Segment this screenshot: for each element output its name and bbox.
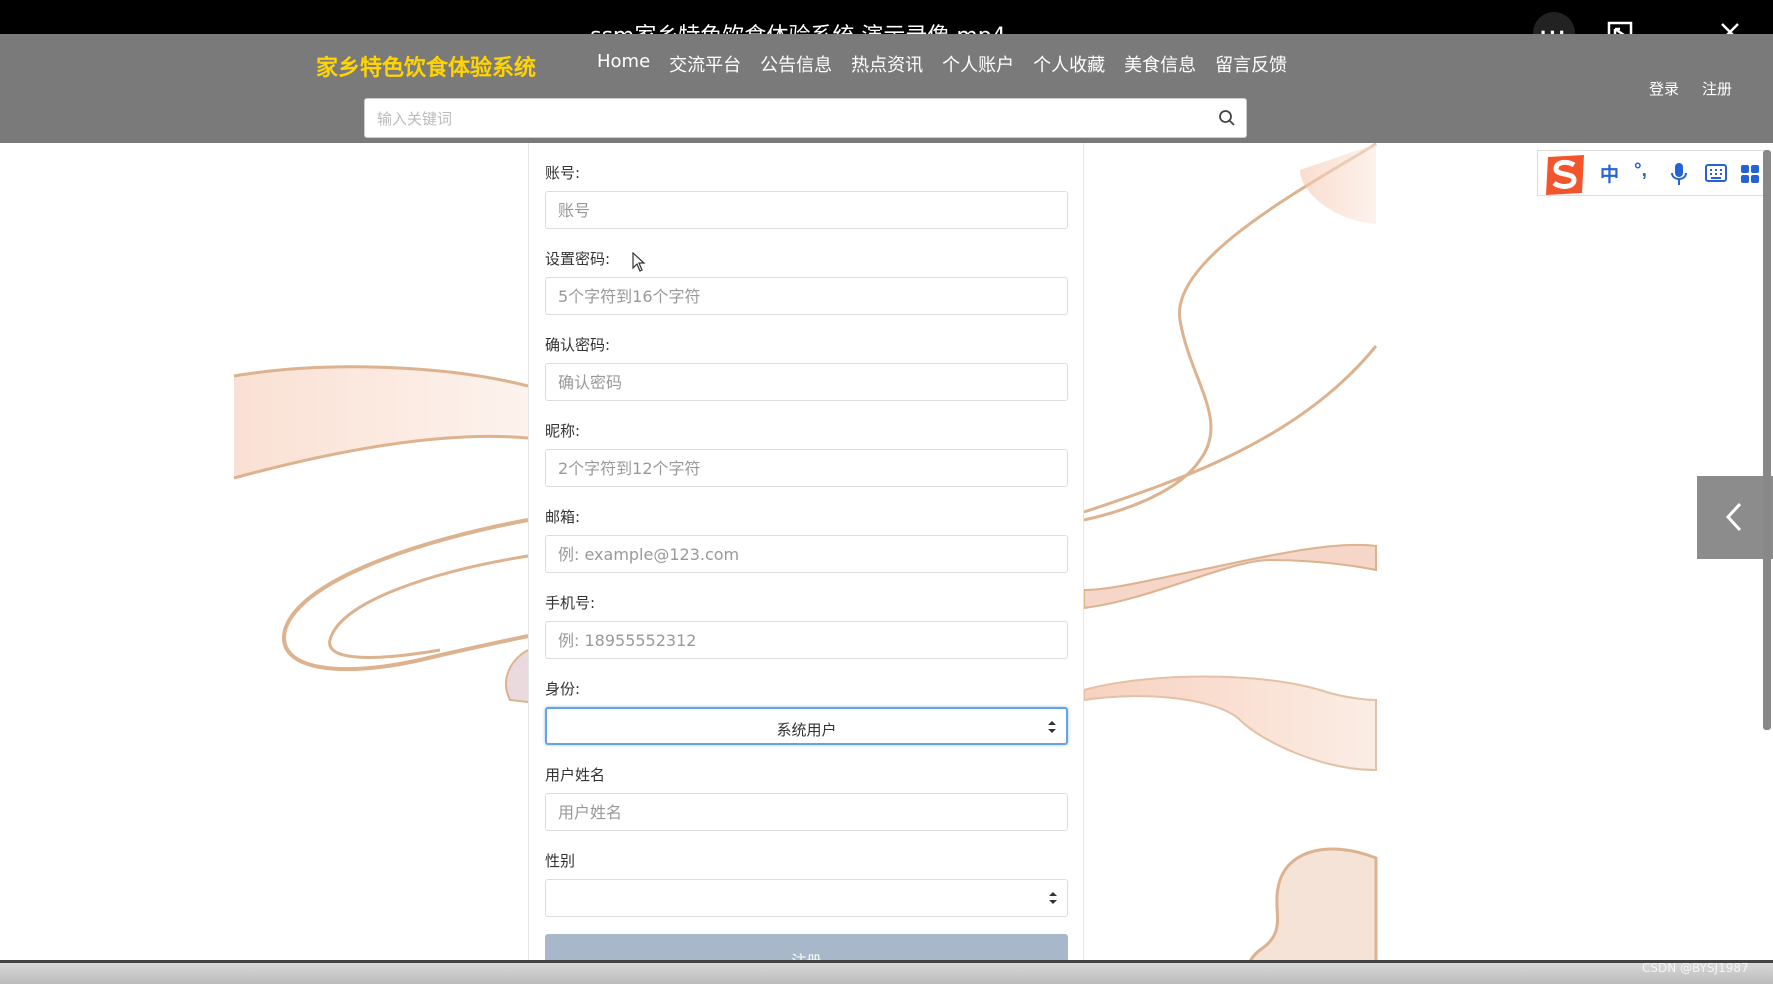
search-bar xyxy=(364,98,1247,139)
search-icon[interactable] xyxy=(1218,109,1236,127)
gender-select[interactable] xyxy=(545,879,1068,917)
password-label: 设置密码: xyxy=(545,250,611,268)
video-player-titlebar: ssm家乡特色饮食体验系统 演示录像.mp4 xyxy=(0,0,1773,49)
nav-notices[interactable]: 公告信息 xyxy=(760,51,832,77)
register-form: 账号: 设置密码: 确认密码: 昵称: 邮箱: 手机号: 身份: 系统用户 用户… xyxy=(528,143,1084,984)
vertical-scrollbar[interactable] xyxy=(1763,150,1771,730)
account-input[interactable] xyxy=(545,191,1068,229)
role-select[interactable]: 系统用户 xyxy=(545,707,1068,745)
nickname-label: 昵称: xyxy=(545,422,581,440)
keyboard-icon[interactable] xyxy=(1705,164,1727,182)
chevron-left-icon xyxy=(1725,502,1742,532)
password-input[interactable] xyxy=(545,277,1068,315)
nav-home[interactable]: Home xyxy=(597,51,650,77)
side-panel-toggle[interactable] xyxy=(1697,476,1773,559)
nav-favorites[interactable]: 个人收藏 xyxy=(1033,51,1105,77)
nickname-input[interactable] xyxy=(545,449,1068,487)
phone-input[interactable] xyxy=(545,621,1068,659)
role-label: 身份: xyxy=(545,680,581,698)
account-label: 账号: xyxy=(545,164,581,182)
sogou-logo-icon xyxy=(1546,155,1584,195)
toolbox-grid-icon[interactable] xyxy=(1740,164,1760,184)
email-label: 邮箱: xyxy=(545,508,581,526)
gender-label: 性别 xyxy=(545,852,576,870)
nav-food-info[interactable]: 美食信息 xyxy=(1124,51,1196,77)
email-input[interactable] xyxy=(545,535,1068,573)
nav-feedback[interactable]: 留言反馈 xyxy=(1215,51,1287,77)
ime-chinese-mode[interactable]: 中 xyxy=(1600,160,1619,187)
confirm-password-input[interactable] xyxy=(545,363,1068,401)
realname-label: 用户姓名 xyxy=(545,766,606,784)
nav-hot-news[interactable]: 热点资讯 xyxy=(851,51,923,77)
main-nav: Home 交流平台 公告信息 热点资讯 个人账户 个人收藏 美食信息 留言反馈 xyxy=(597,51,1306,77)
ime-punctuation[interactable]: °, xyxy=(1634,160,1647,182)
csdn-watermark: CSDN @BYSJ1987 xyxy=(1642,961,1749,975)
confirm-password-label: 确认密码: xyxy=(545,336,611,354)
video-progress-bar[interactable] xyxy=(0,960,1773,984)
microphone-icon[interactable] xyxy=(1671,162,1687,186)
select-arrows-icon xyxy=(1049,892,1057,904)
ime-toolbar: 中 °, xyxy=(1537,150,1767,196)
search-input[interactable] xyxy=(375,99,1199,139)
select-arrows-icon xyxy=(1048,721,1056,733)
role-select-value: 系统用户 xyxy=(776,721,837,739)
realname-input[interactable] xyxy=(545,793,1068,831)
site-logo[interactable]: 家乡特色饮食体验系统 xyxy=(316,50,536,82)
nav-account[interactable]: 个人账户 xyxy=(942,51,1014,77)
nav-forum[interactable]: 交流平台 xyxy=(669,51,741,77)
mouse-cursor-icon xyxy=(632,252,646,272)
progress-track xyxy=(0,960,1773,963)
phone-label: 手机号: xyxy=(545,594,596,612)
login-link[interactable]: 登录 xyxy=(1649,78,1679,99)
register-link[interactable]: 注册 xyxy=(1702,78,1732,99)
